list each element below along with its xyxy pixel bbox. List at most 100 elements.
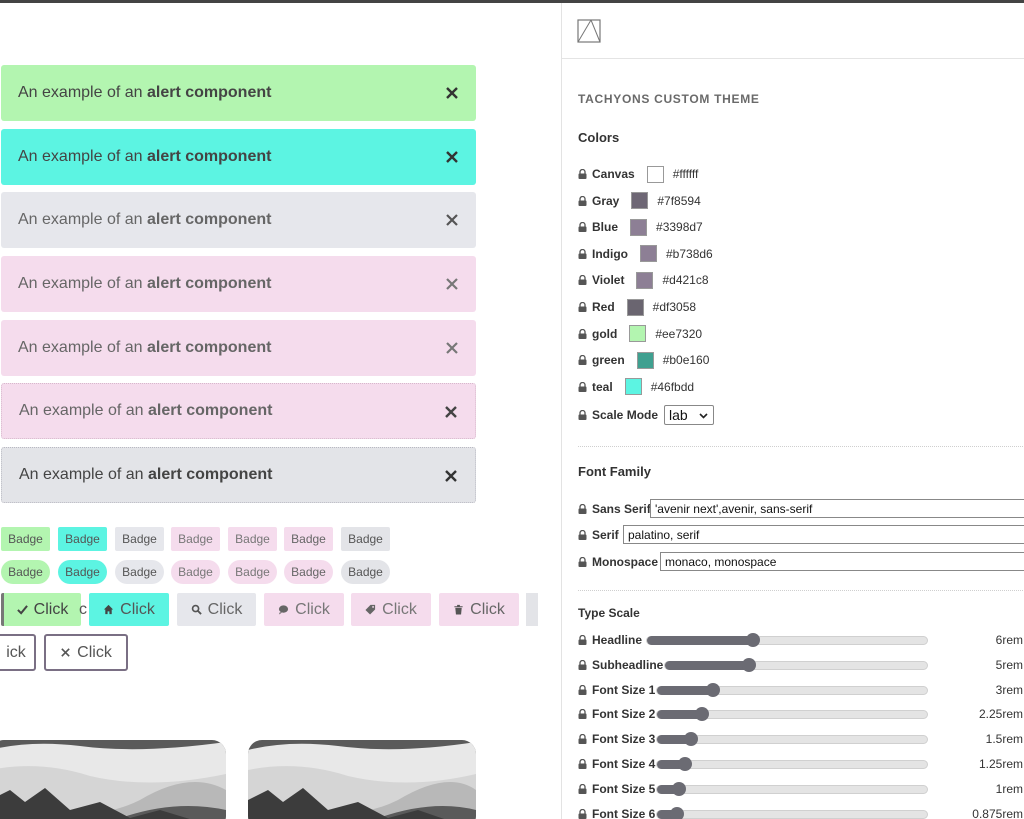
type-scale-slider[interactable] xyxy=(664,657,928,672)
color-swatch[interactable] xyxy=(636,351,654,369)
lock-icon[interactable] xyxy=(578,684,587,695)
type-scale-slider[interactable] xyxy=(646,633,928,647)
font-row: Monospace xyxy=(578,552,658,572)
sans-serif-input[interactable]: 'avenir next',avenir, sans-serif xyxy=(650,499,1024,518)
color-hex: #d421c8 xyxy=(662,273,709,288)
close-button[interactable]: Click xyxy=(44,634,128,671)
type-scale-slider[interactable] xyxy=(656,682,928,697)
font-label: Serif xyxy=(592,528,619,542)
lock-icon[interactable] xyxy=(578,355,587,366)
font-family-heading: Font Family xyxy=(578,464,651,479)
color-swatch[interactable] xyxy=(624,378,642,396)
search-button[interactable]: Click xyxy=(177,593,256,626)
color-row: gold #ee7320 xyxy=(578,324,702,344)
type-scale-label: Font Size 3 xyxy=(592,732,656,747)
close-icon[interactable] xyxy=(446,146,458,168)
alert-strong: alert component xyxy=(146,275,272,292)
color-swatch[interactable] xyxy=(630,218,648,236)
color-swatch[interactable] xyxy=(646,165,664,183)
badge: Badge xyxy=(171,527,220,551)
slider-thumb[interactable] xyxy=(678,757,692,771)
lock-icon[interactable] xyxy=(578,328,587,339)
partial-outline-button[interactable]: ick xyxy=(0,634,36,671)
check-button[interactable]: Click xyxy=(1,593,81,626)
trash-button[interactable]: Click xyxy=(439,593,519,626)
scale-mode-select[interactable]: lab xyxy=(664,405,715,425)
lock-icon[interactable] xyxy=(578,783,587,794)
lock-icon[interactable] xyxy=(578,381,587,392)
color-row: Violet #d421c8 xyxy=(578,270,709,290)
button-label: Click xyxy=(33,600,69,618)
lock-icon[interactable] xyxy=(578,302,587,312)
slider-thumb[interactable] xyxy=(695,707,709,722)
color-label: teal xyxy=(592,379,613,394)
scale-mode-label: Scale Mode xyxy=(592,408,659,422)
type-scale-label: Font Size 1 xyxy=(592,682,656,697)
slider-thumb[interactable] xyxy=(742,657,756,672)
comment-button[interactable]: Click xyxy=(264,593,344,626)
lock-icon[interactable] xyxy=(578,709,587,720)
lock-icon[interactable] xyxy=(578,504,587,514)
close-icon[interactable] xyxy=(446,337,458,359)
badge-pill: Badge xyxy=(1,560,50,584)
type-scale-row: Font Size 6 xyxy=(578,804,655,819)
scale-mode-value: lab xyxy=(669,407,688,423)
button-label: Click xyxy=(207,600,243,618)
slider-thumb[interactable] xyxy=(706,682,720,697)
badge-pill: Badge xyxy=(228,560,277,584)
type-scale-slider[interactable] xyxy=(656,806,928,819)
slider-thumb[interactable] xyxy=(746,633,760,647)
lock-icon[interactable] xyxy=(578,222,587,233)
chevron-down-icon xyxy=(699,413,708,419)
tag-button[interactable]: Click xyxy=(351,593,431,626)
type-scale-value: 3rem xyxy=(995,682,1023,697)
type-scale-slider[interactable] xyxy=(656,732,928,747)
color-swatch[interactable] xyxy=(626,298,644,316)
alert-text: An example of an xyxy=(18,339,143,356)
alert-gray-dotted: An example of an alert component xyxy=(1,447,476,503)
serif-input[interactable]: palatino, serif xyxy=(623,525,1024,544)
slider-fill xyxy=(657,685,713,695)
color-label: Blue xyxy=(592,220,619,235)
lock-icon[interactable] xyxy=(578,808,587,819)
lock-icon[interactable] xyxy=(578,530,587,540)
type-scale-heading: Type Scale xyxy=(578,606,640,620)
color-hex: #b738d6 xyxy=(666,246,713,261)
color-swatch[interactable] xyxy=(631,192,649,210)
type-scale-slider[interactable] xyxy=(656,781,928,796)
lock-icon[interactable] xyxy=(578,734,587,745)
close-icon[interactable] xyxy=(446,273,458,295)
slider-fill xyxy=(647,636,753,645)
lock-icon[interactable] xyxy=(578,659,587,670)
badge: Badge xyxy=(284,527,333,551)
slider-thumb[interactable] xyxy=(672,781,686,796)
home-button[interactable]: Click xyxy=(89,593,169,626)
color-row: Canvas #ffffff xyxy=(578,164,698,184)
lock-icon[interactable] xyxy=(578,195,587,206)
close-icon[interactable] xyxy=(445,401,457,423)
close-icon[interactable] xyxy=(446,82,458,104)
button-label: Click xyxy=(120,600,155,618)
lock-icon[interactable] xyxy=(578,169,587,179)
slider-thumb[interactable] xyxy=(670,806,684,819)
color-swatch[interactable] xyxy=(640,245,657,263)
monospace-input[interactable]: monaco, monospace xyxy=(660,552,1024,571)
color-swatch[interactable] xyxy=(629,325,647,343)
button-label: Click xyxy=(470,600,505,618)
lock-icon[interactable] xyxy=(578,248,587,259)
close-icon[interactable] xyxy=(446,209,458,231)
slider-thumb[interactable] xyxy=(684,732,698,747)
lock-icon[interactable] xyxy=(578,557,587,567)
lock-icon[interactable] xyxy=(578,410,587,420)
type-scale-slider[interactable] xyxy=(656,757,928,771)
color-swatch[interactable] xyxy=(636,271,654,289)
lock-icon[interactable] xyxy=(578,759,587,769)
color-hex: #3398d7 xyxy=(656,220,703,235)
lock-icon[interactable] xyxy=(578,275,587,286)
type-scale-label: Font Size 6 xyxy=(592,806,656,819)
lock-icon[interactable] xyxy=(578,635,587,645)
close-icon[interactable] xyxy=(445,465,457,487)
type-scale-slider[interactable] xyxy=(656,707,928,722)
color-label: Violet xyxy=(592,273,625,288)
alert-pink: An example of an alert component xyxy=(1,383,476,439)
